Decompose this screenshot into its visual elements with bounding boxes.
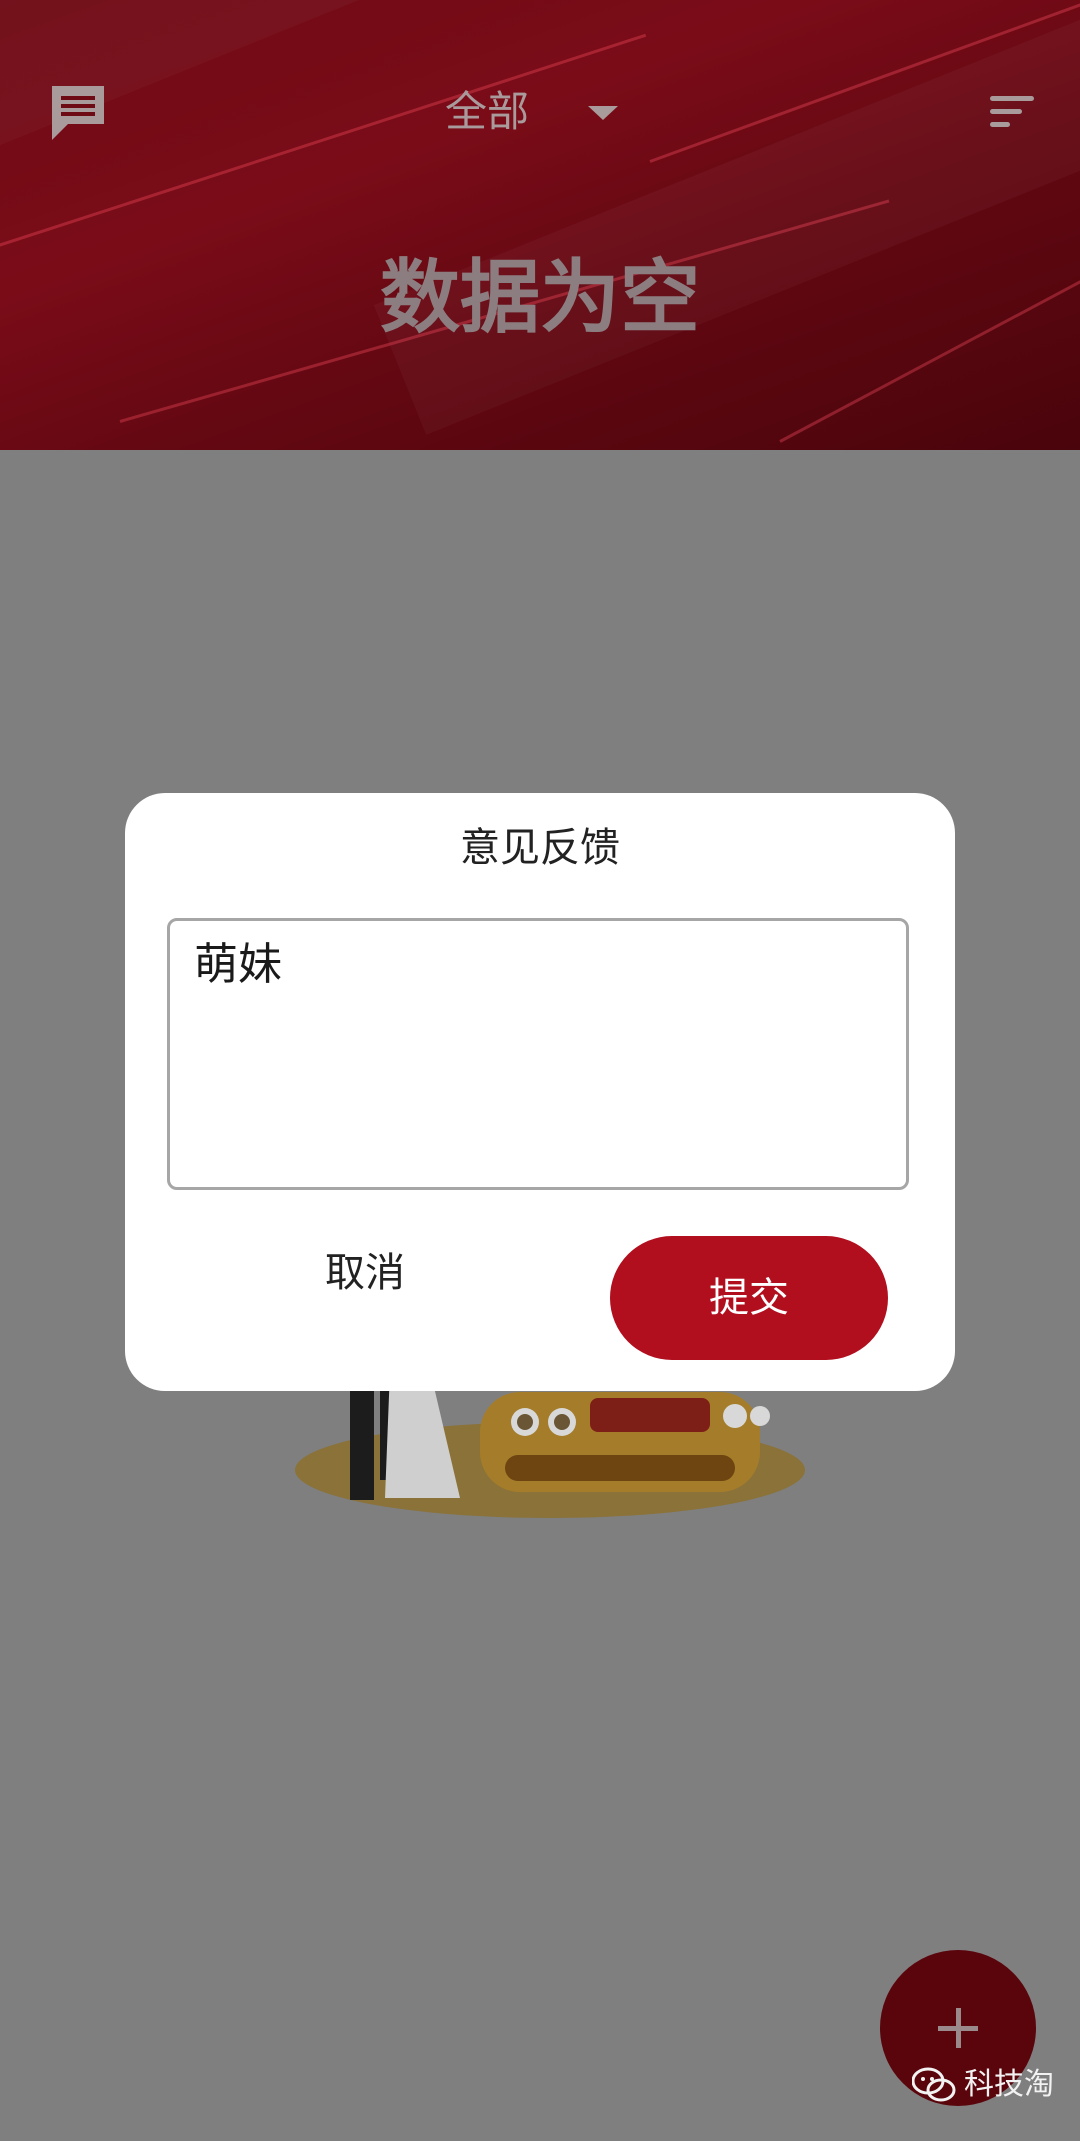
wechat-icon <box>911 2066 956 2104</box>
header: 全部 数据为空 <box>0 0 1080 450</box>
submit-button[interactable]: 提交 <box>610 1236 888 1360</box>
dialog-title: 意见反馈 <box>460 825 620 871</box>
chat-message-icon[interactable] <box>48 82 108 142</box>
feedback-textarea[interactable]: 萌妹 <box>167 918 909 1190</box>
caret-down-icon[interactable] <box>588 106 618 120</box>
feedback-dialog: 意见反馈 萌妹 取消 提交 <box>125 793 955 1391</box>
sort-icon[interactable] <box>990 92 1038 132</box>
watermark-text: 科技淘 <box>964 2067 1054 2102</box>
header-decor <box>0 0 761 175</box>
screen: 全部 数据为空 意见反馈 萌妹 取消 提交 科技淘 <box>0 0 1080 2141</box>
cancel-button[interactable]: 取消 <box>275 1238 455 1308</box>
wedding-car-illustration <box>290 1370 810 1520</box>
empty-state-title: 数据为空 <box>380 251 700 344</box>
plus-icon <box>956 2008 961 2048</box>
filter-dropdown-label[interactable]: 全部 <box>445 84 529 140</box>
header-decor <box>374 0 1080 435</box>
